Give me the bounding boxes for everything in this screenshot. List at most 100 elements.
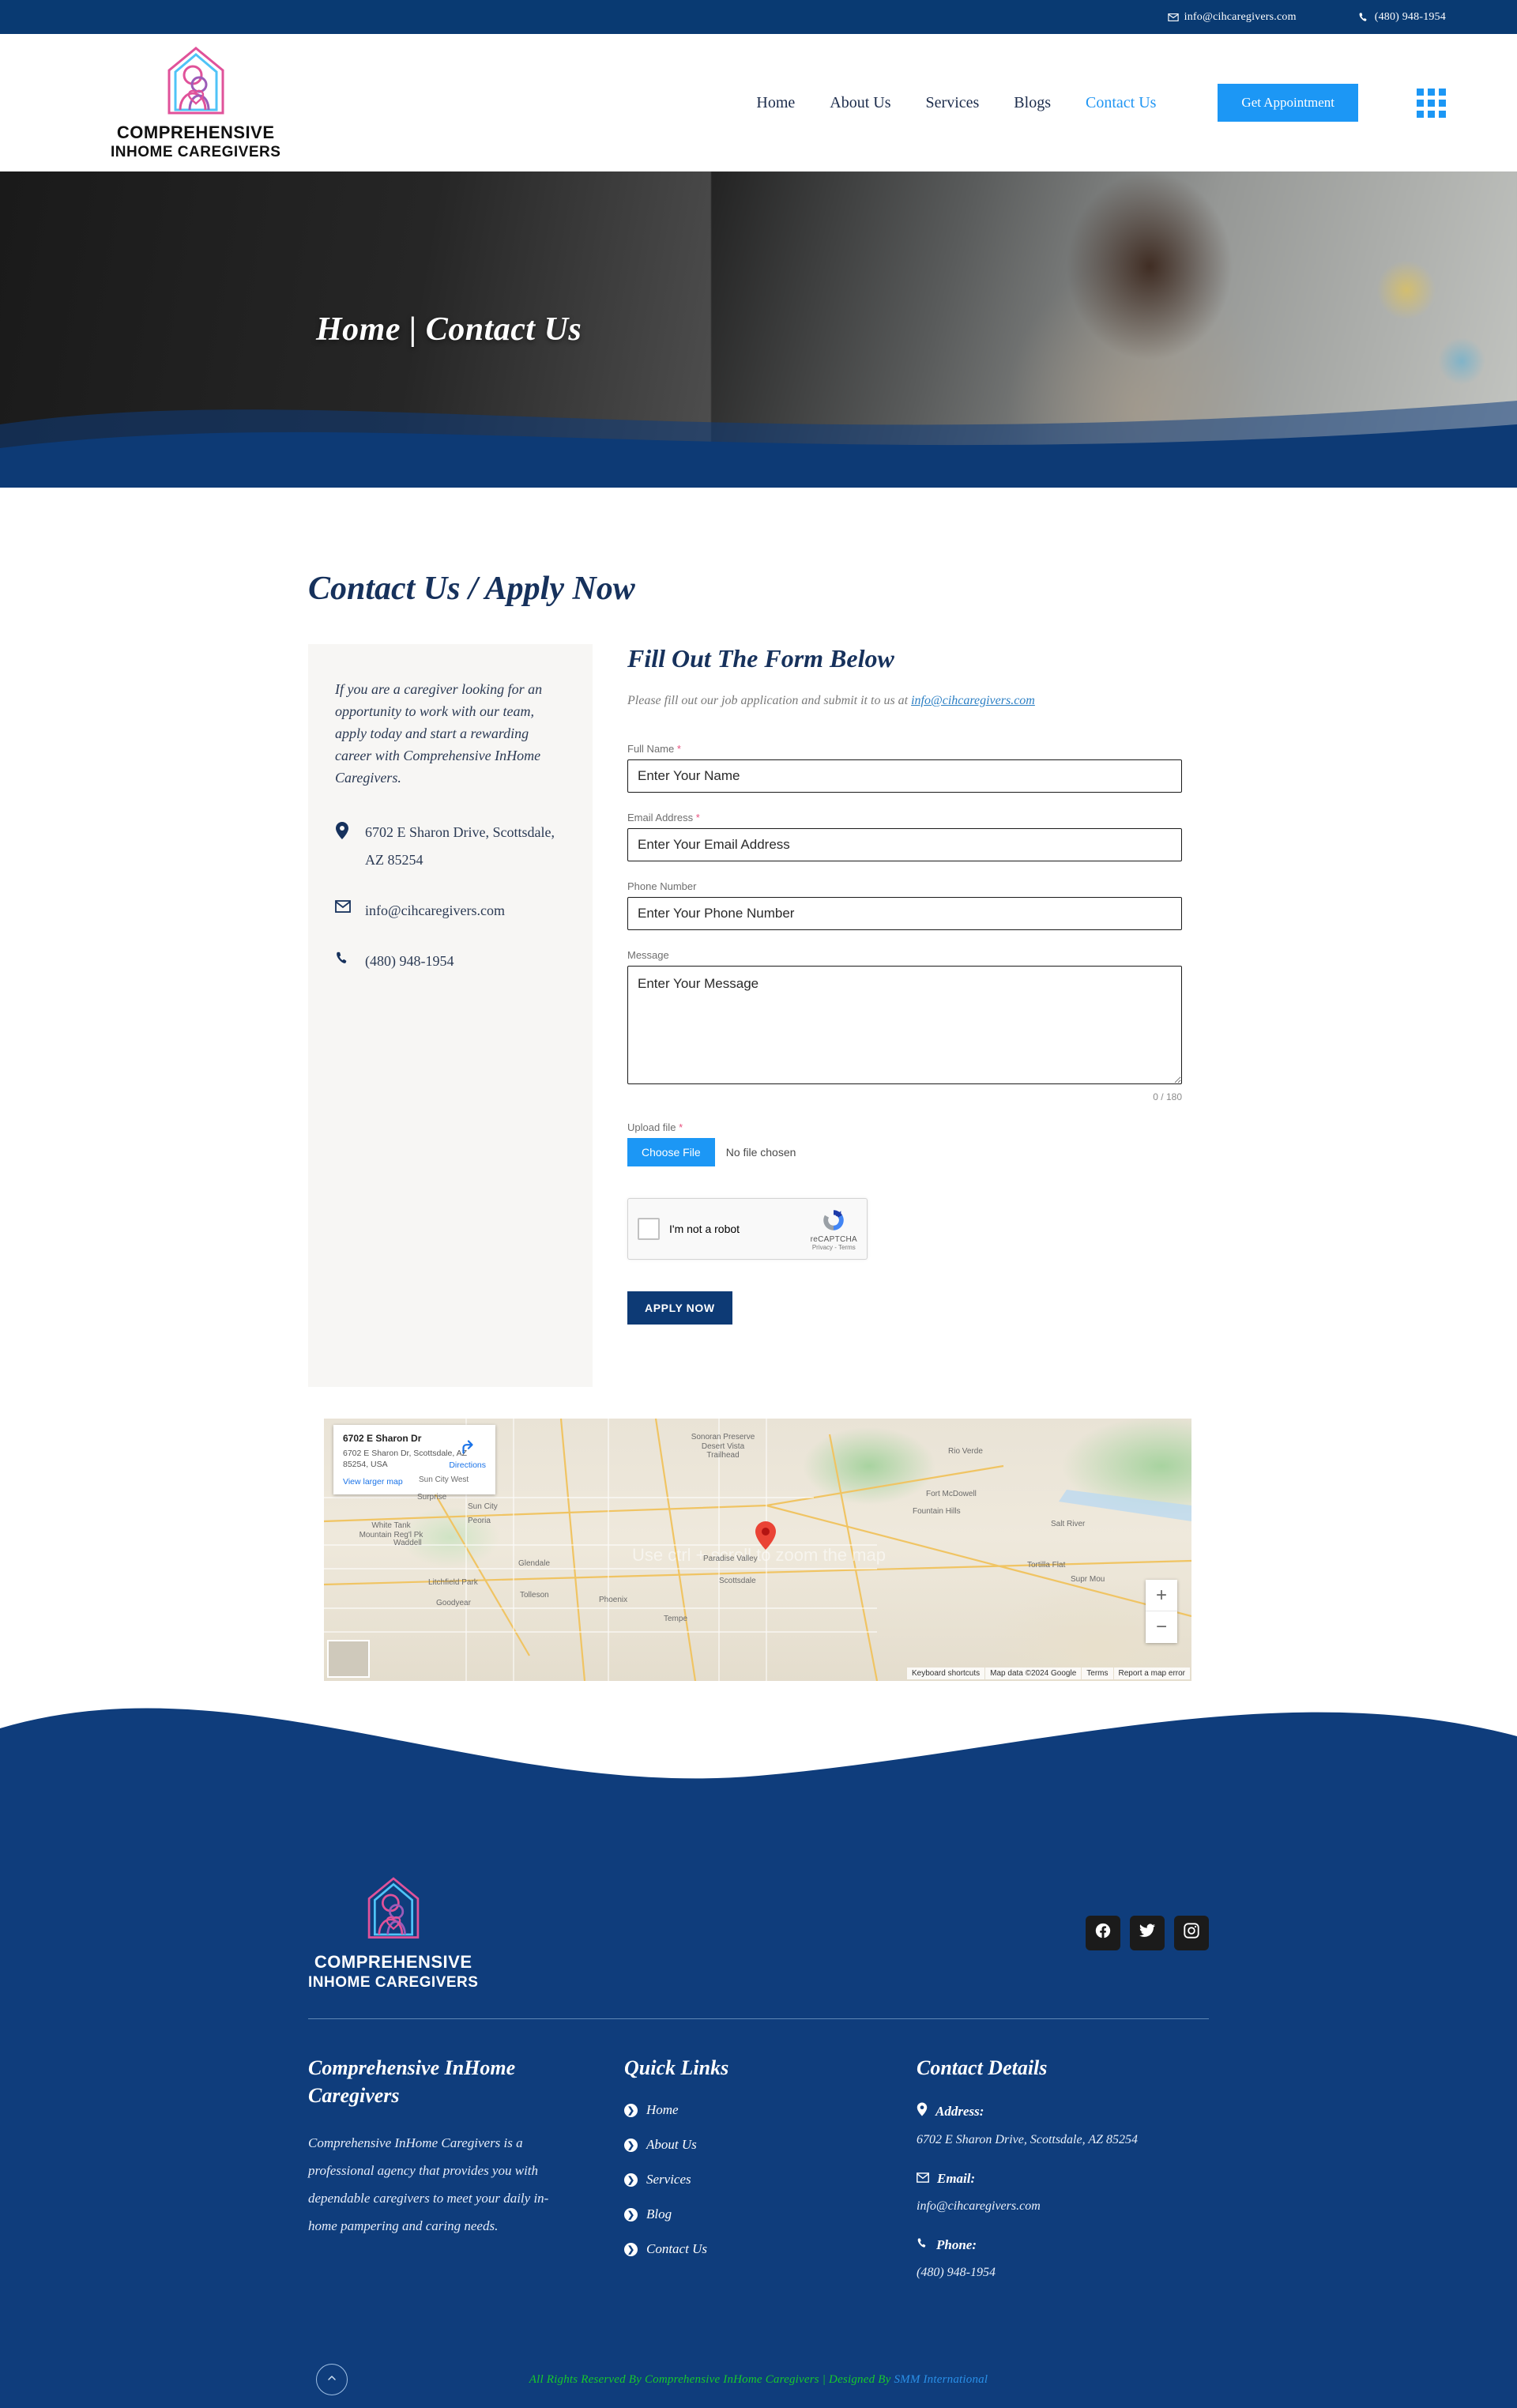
facebook-link[interactable] bbox=[1086, 1915, 1120, 1950]
instagram-link[interactable] bbox=[1174, 1915, 1209, 1950]
footer-address-value: 6702 E Sharon Drive, Scottsdale, AZ 8525… bbox=[917, 2133, 1138, 2147]
twitter-link[interactable] bbox=[1130, 1915, 1165, 1950]
footer-link-about-us-label: About Us bbox=[646, 2137, 697, 2153]
site-footer: COMPREHENSIVE INHOME CAREGIVERS Comprehe… bbox=[0, 1830, 1517, 2408]
chevron-right-icon: ❯ bbox=[624, 2172, 638, 2187]
label-email-address-text: Email Address bbox=[627, 812, 694, 823]
label-phone-number: Phone Number bbox=[627, 880, 697, 892]
no-file-chosen-text: No file chosen bbox=[725, 1146, 796, 1159]
nav-item-contact-us[interactable]: Contact Us bbox=[1086, 94, 1156, 112]
info-phone-row[interactable]: (480) 948-1954 bbox=[335, 948, 566, 974]
map-place-label: Goodyear bbox=[436, 1599, 471, 1607]
footer-link-home[interactable]: ❯ Home bbox=[624, 2102, 917, 2118]
label-full-name-text: Full Name bbox=[627, 743, 675, 755]
choose-file-button[interactable]: Choose File bbox=[627, 1138, 715, 1166]
recaptcha-label: I'm not a robot bbox=[669, 1223, 740, 1235]
recaptcha-logo-icon bbox=[820, 1207, 847, 1234]
footer-link-services[interactable]: ❯ Services bbox=[624, 2172, 917, 2188]
full-name-input[interactable] bbox=[627, 759, 1182, 793]
required-asterisk: * bbox=[695, 812, 700, 823]
footer-link-home-label: Home bbox=[646, 2102, 679, 2118]
footer-email-label: Email: bbox=[937, 2171, 976, 2187]
label-email-address: Email Address * bbox=[627, 812, 1209, 823]
topbar-email[interactable]: info@cihcaregivers.com bbox=[1167, 11, 1297, 24]
footer-email-label-row: Email: bbox=[917, 2171, 1209, 2187]
map-zoom-out-button[interactable]: − bbox=[1146, 1611, 1177, 1643]
field-upload-file: Upload file * Choose File No file chosen bbox=[627, 1121, 1209, 1166]
label-full-name: Full Name * bbox=[627, 743, 1209, 755]
get-appointment-button[interactable]: Get Appointment bbox=[1218, 84, 1358, 122]
map-place-label: Fort McDowell bbox=[926, 1490, 977, 1498]
footer-about-heading: Comprehensive InHome Caregivers bbox=[308, 2056, 516, 2108]
contact-info-card: If you are a caregiver looking for an op… bbox=[308, 644, 593, 1387]
recaptcha-brand-text: reCAPTCHA bbox=[810, 1235, 857, 1244]
map-place-label: White Tank Mountain Reg'l Pk bbox=[359, 1521, 423, 1539]
footer-link-blog[interactable]: ❯ Blog bbox=[624, 2206, 917, 2222]
footer-link-about-us[interactable]: ❯ About Us bbox=[624, 2137, 917, 2153]
recaptcha-checkbox[interactable] bbox=[638, 1218, 660, 1240]
recaptcha-privacy-terms[interactable]: Privacy - Terms bbox=[811, 1244, 857, 1251]
map-directions-button[interactable]: Directions bbox=[449, 1438, 486, 1470]
nav-item-home[interactable]: Home bbox=[756, 94, 795, 112]
chevron-right-icon: ❯ bbox=[624, 2138, 638, 2152]
footer-top-row: COMPREHENSIVE INHOME CAREGIVERS bbox=[308, 1830, 1209, 2019]
footer-about-column: Comprehensive InHome Caregivers Comprehe… bbox=[308, 2054, 624, 2304]
logo-text-line1: COMPREHENSIVE bbox=[116, 122, 275, 142]
top-bar: info@cihcaregivers.com (480) 948-1954 bbox=[0, 0, 1517, 34]
footer-logo-line1: COMPREHENSIVE bbox=[314, 1952, 472, 1972]
footer-logo[interactable]: COMPREHENSIVE INHOME CAREGIVERS bbox=[308, 1874, 478, 1992]
application-form: Fill Out The Form Below Please fill out … bbox=[610, 644, 1209, 1325]
chevron-right-icon: ❯ bbox=[624, 2242, 638, 2256]
required-asterisk: * bbox=[679, 1121, 683, 1133]
copyright-bar: All Rights Reserved By Comprehensive InH… bbox=[0, 2351, 1517, 2408]
footer-phone-value[interactable]: (480) 948-1954 bbox=[917, 2266, 1209, 2280]
footer-columns: Comprehensive InHome Caregivers Comprehe… bbox=[308, 2019, 1209, 2351]
main-navigation: Home About Us Services Blogs Contact Us … bbox=[756, 84, 1446, 122]
required-asterisk: * bbox=[676, 743, 681, 755]
designer-link[interactable]: SMM International bbox=[894, 2373, 988, 2386]
message-textarea[interactable] bbox=[627, 966, 1182, 1084]
copyright-text: All Rights Reserved By Comprehensive InH… bbox=[529, 2373, 988, 2387]
google-map[interactable]: 6702 E Sharon Dr 6702 E Sharon Dr, Scott… bbox=[324, 1419, 1191, 1681]
nav-item-about-us[interactable]: About Us bbox=[830, 94, 890, 112]
envelope-icon bbox=[335, 897, 352, 917]
apply-now-button[interactable]: APPLY NOW bbox=[627, 1291, 732, 1325]
map-place-label: Tortilla Flat bbox=[1027, 1561, 1066, 1570]
contact-row: If you are a caregiver looking for an op… bbox=[308, 644, 1209, 1387]
site-header: COMPREHENSIVE INHOME CAREGIVERS Home Abo… bbox=[0, 34, 1517, 171]
map-attr-keyboard-shortcuts[interactable]: Keyboard shortcuts bbox=[906, 1668, 985, 1679]
map-attr-report-error[interactable]: Report a map error bbox=[1113, 1668, 1190, 1679]
map-place-label: Glendale bbox=[518, 1559, 551, 1568]
footer-email-value[interactable]: info@cihcaregivers.com bbox=[917, 2199, 1209, 2214]
map-zoom-in-button[interactable]: + bbox=[1146, 1580, 1177, 1611]
map-attr-map-data: Map data ©2024 Google bbox=[985, 1668, 1082, 1679]
info-phone-text: (480) 948-1954 bbox=[365, 953, 454, 970]
map-attr-terms[interactable]: Terms bbox=[1082, 1668, 1113, 1679]
copyright-main-text: All Rights Reserved By Comprehensive InH… bbox=[529, 2372, 894, 2386]
back-to-top-button[interactable] bbox=[316, 2364, 348, 2396]
footer-address-label-row: Address: bbox=[917, 2102, 1209, 2120]
info-email-row[interactable]: info@cihcaregivers.com bbox=[335, 897, 566, 924]
directions-arrow-icon bbox=[459, 1440, 476, 1458]
map-street-view-thumbnail[interactable] bbox=[327, 1640, 370, 1678]
form-subtitle-email-link[interactable]: info@cihcaregivers.com bbox=[911, 694, 1035, 707]
grid-menu-icon[interactable] bbox=[1417, 88, 1446, 118]
footer-address-label: Address: bbox=[935, 2103, 984, 2119]
page-breadcrumb: Home | Contact Us bbox=[316, 311, 582, 348]
footer-link-contact-us[interactable]: ❯ Contact Us bbox=[624, 2241, 917, 2257]
topbar-phone[interactable]: (480) 948-1954 bbox=[1358, 11, 1446, 24]
topbar-phone-text: (480) 948-1954 bbox=[1374, 10, 1446, 23]
map-place-label: Rio Verde bbox=[948, 1447, 983, 1456]
phone-number-input[interactable] bbox=[627, 897, 1182, 930]
site-logo[interactable]: COMPREHENSIVE INHOME CAREGIVERS bbox=[111, 43, 280, 163]
nav-item-services[interactable]: Services bbox=[926, 94, 980, 112]
recaptcha-widget[interactable]: I'm not a robot reCAPTCHA Privacy - Term… bbox=[627, 1198, 868, 1260]
label-upload-file-text: Upload file bbox=[627, 1121, 676, 1133]
nav-item-blogs[interactable]: Blogs bbox=[1014, 94, 1051, 112]
map-place-label: Surprise bbox=[417, 1493, 447, 1502]
message-character-counter: 0 / 180 bbox=[1153, 1091, 1182, 1102]
email-address-input[interactable] bbox=[627, 828, 1182, 861]
map-attribution-bar: Keyboard shortcuts Map data ©2024 Google… bbox=[906, 1668, 1190, 1679]
map-place-label: Peoria bbox=[468, 1517, 491, 1525]
field-phone-number: Phone Number bbox=[627, 880, 1209, 930]
